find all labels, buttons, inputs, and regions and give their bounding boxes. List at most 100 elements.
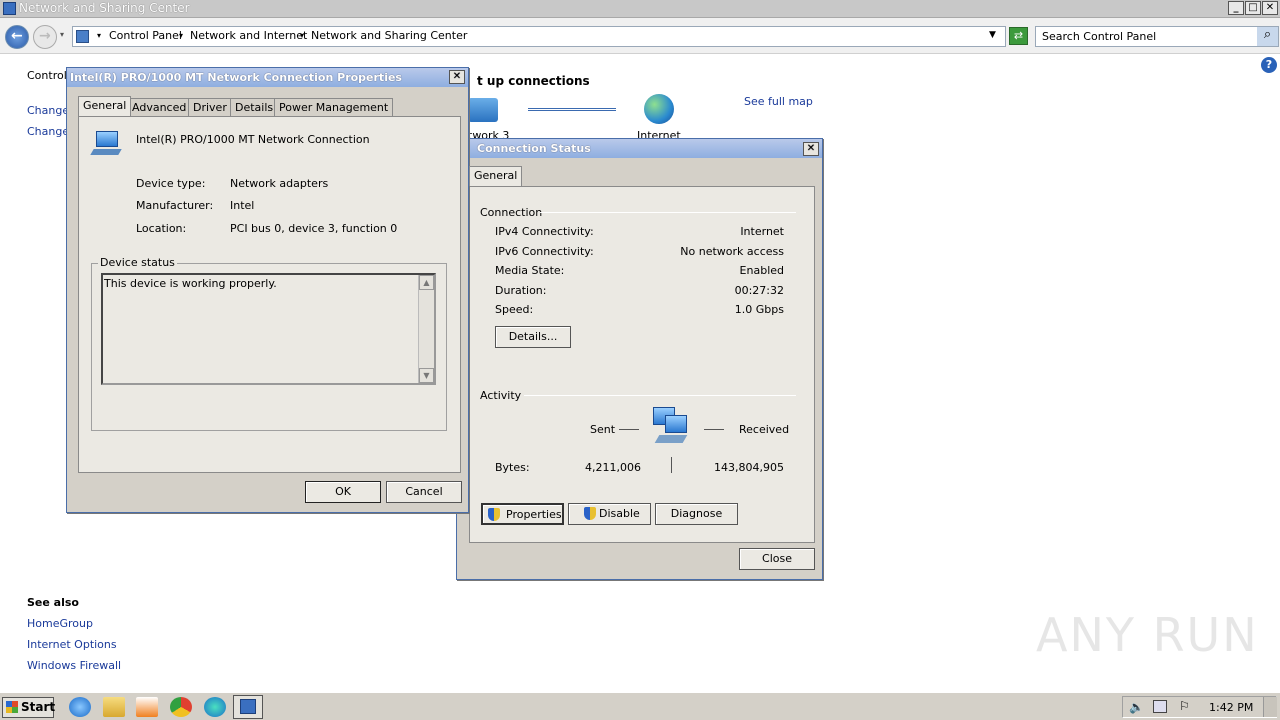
device-status-textbox[interactable]: This device is working properly. ▲ ▼ (101, 273, 436, 385)
action-center-flag-icon[interactable]: ⚐ (1179, 699, 1190, 713)
left-link-change-2[interactable]: Change (27, 125, 69, 138)
history-dropdown-icon[interactable]: ▾ (60, 30, 64, 39)
duration-value: 00:27:32 (734, 284, 784, 297)
internet-explorer-icon[interactable] (69, 697, 91, 717)
internet-globe-icon[interactable] (644, 94, 674, 124)
see-also-windows-firewall[interactable]: Windows Firewall (27, 659, 121, 672)
connection-group-label: Connection (480, 206, 543, 219)
network-icon[interactable] (468, 98, 498, 122)
breadcrumb-chevron-icon[interactable]: ▾ (97, 31, 101, 40)
chrome-icon[interactable] (170, 697, 192, 717)
search-placeholder: Search Control Panel (1042, 30, 1157, 43)
device-status-label: Device status (98, 256, 177, 269)
tab-driver[interactable]: Driver (188, 98, 232, 116)
search-input[interactable]: Search Control Panel ⌕ (1035, 26, 1279, 47)
breadcrumb-control-panel[interactable]: Control Panel (109, 29, 182, 42)
media-state-label: Media State: (495, 264, 565, 277)
close-button[interactable]: ✕ (1262, 1, 1278, 15)
status-general-panel: Connection IPv4 Connectivity: Internet I… (469, 186, 815, 543)
left-link-change-1[interactable]: Change (27, 104, 69, 117)
minimize-button[interactable]: _ (1228, 1, 1244, 15)
adapter-properties-dialog: Intel(R) PRO/1000 MT Network Connection … (66, 67, 469, 513)
tab-advanced[interactable]: Advanced (127, 98, 192, 116)
left-link-control-panel-home[interactable]: Control (27, 69, 67, 82)
received-label: Received (739, 423, 790, 436)
volume-icon[interactable]: 🔈 (1129, 700, 1144, 714)
control-panel-icon (76, 30, 89, 43)
start-button[interactable]: Start (2, 697, 55, 718)
window-title: Network and Sharing Center (19, 1, 190, 15)
address-field[interactable]: ▾ Control Panel ▾ Network and Internet ▾… (72, 26, 1006, 47)
ok-button[interactable]: OK (305, 481, 381, 503)
network-center-icon (240, 699, 256, 714)
maximize-button[interactable]: □ (1245, 1, 1261, 15)
network-center-icon (3, 2, 16, 15)
back-button[interactable]: ← (5, 25, 29, 49)
activity-group-label: Activity (480, 389, 522, 402)
tab-general[interactable]: General (78, 96, 132, 116)
properties-tab-area: General Advanced Driver Details Power Ma… (78, 96, 461, 473)
diagnose-button[interactable]: Diagnose (655, 503, 738, 525)
tab-general[interactable]: General (469, 166, 523, 186)
cancel-button[interactable]: Cancel (386, 481, 462, 503)
edge-icon[interactable] (204, 697, 226, 717)
disable-button[interactable]: Disable (568, 503, 651, 525)
device-type-value: Network adapters (230, 177, 329, 190)
ipv4-label: IPv4 Connectivity: (495, 225, 594, 238)
scroll-down-icon[interactable]: ▼ (419, 368, 434, 383)
location-label: Location: (136, 222, 187, 235)
see-also-homegroup[interactable]: HomeGroup (27, 617, 93, 630)
address-dropdown-icon[interactable]: ▼ (989, 30, 996, 40)
network-tray-icon[interactable] (1153, 700, 1167, 713)
back-arrow-icon: ← (11, 28, 23, 44)
close-dialog-button[interactable]: Close (739, 548, 815, 570)
network-activity-icon (653, 407, 689, 447)
sent-label: Sent (590, 423, 616, 436)
device-name: Intel(R) PRO/1000 MT Network Connection (136, 133, 370, 146)
see-full-map-link[interactable]: See full map (744, 95, 813, 108)
see-also-internet-options[interactable]: Internet Options (27, 638, 117, 651)
bytes-divider (671, 457, 672, 473)
sent-line (619, 429, 639, 430)
taskbar: Start 🔈 ⚐ 1:42 PM (0, 692, 1280, 720)
network-link-line (528, 108, 616, 111)
bytes-label: Bytes: (495, 461, 530, 474)
location-value: PCI bus 0, device 3, function 0 (230, 222, 398, 235)
properties-general-panel: Intel(R) PRO/1000 MT Network Connection … (78, 116, 461, 473)
details-button[interactable]: Details... (495, 326, 571, 348)
breadcrumb-network-internet[interactable]: Network and Internet (190, 29, 307, 42)
file-explorer-icon[interactable] (103, 697, 125, 717)
properties-button[interactable]: Properties (481, 503, 564, 525)
manufacturer-value: Intel (230, 199, 255, 212)
breadcrumb-chevron-icon[interactable]: ▾ (179, 31, 183, 40)
clock[interactable]: 1:42 PM (1209, 701, 1253, 714)
refresh-icon[interactable]: ⇄ (1009, 27, 1028, 45)
set-up-connections-heading: t up connections (477, 74, 590, 88)
scroll-up-icon[interactable]: ▲ (419, 275, 434, 290)
anyrun-watermark: ANY RUN (1036, 608, 1259, 662)
network-center-taskbar-button[interactable] (233, 695, 263, 719)
breadcrumb-chevron-icon[interactable]: ▾ (300, 31, 304, 40)
properties-titlebar: Intel(R) PRO/1000 MT Network Connection … (67, 68, 468, 87)
help-icon[interactable]: ? (1261, 57, 1277, 73)
tab-power-management[interactable]: Power Management (274, 98, 394, 116)
manufacturer-label: Manufacturer: (136, 199, 214, 212)
activity-group-line (524, 395, 796, 396)
breadcrumb-network-sharing-center[interactable]: Network and Sharing Center (311, 29, 467, 42)
status-close-x-button[interactable]: ✕ (803, 142, 819, 156)
tab-details[interactable]: Details (230, 98, 279, 116)
status-tab-area: General Connection IPv4 Connectivity: In… (469, 166, 815, 543)
system-tray: 🔈 ⚐ 1:42 PM (1122, 696, 1277, 718)
properties-close-x-button[interactable]: ✕ (449, 70, 465, 84)
media-player-icon[interactable] (136, 697, 158, 717)
speed-value: 1.0 Gbps (734, 303, 784, 316)
show-desktop-button[interactable] (1263, 697, 1277, 717)
connection-status-title: Connection Status (477, 142, 591, 155)
media-state-value: Enabled (739, 264, 784, 277)
ipv4-value: Internet (740, 225, 784, 238)
network-adapter-icon (90, 131, 122, 159)
status-scrollbar[interactable]: ▲ ▼ (418, 275, 434, 383)
connection-status-titlebar: Connection Status ✕ (457, 139, 822, 158)
search-icon[interactable]: ⌕ (1257, 27, 1278, 46)
forward-button[interactable]: → (33, 25, 57, 49)
